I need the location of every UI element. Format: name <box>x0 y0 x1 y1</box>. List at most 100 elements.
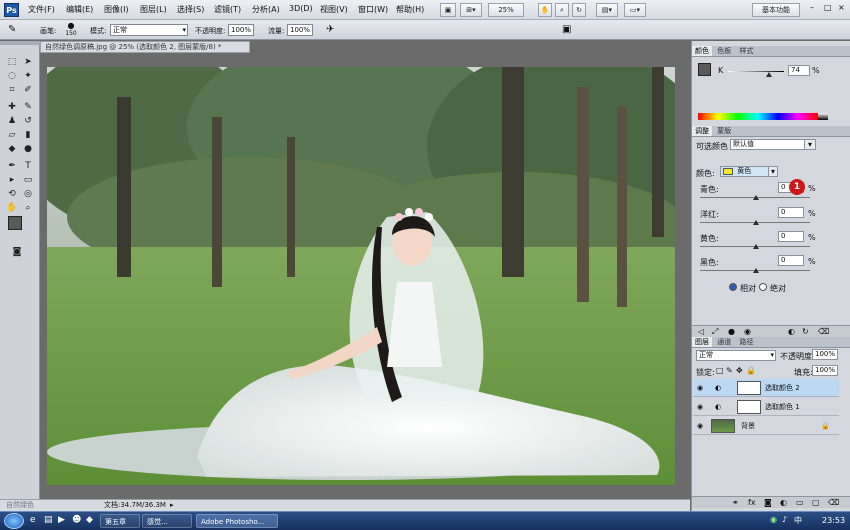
view-extras-icon[interactable]: ⊞▾ <box>460 3 482 17</box>
menu-layer[interactable]: 图层(L) <box>140 4 167 15</box>
k-value-field[interactable]: 74 <box>788 65 810 76</box>
menu-image[interactable]: 图像(I) <box>104 4 129 15</box>
start-button[interactable] <box>4 513 24 529</box>
tab-adjustments[interactable]: 调整 <box>692 126 712 136</box>
close-button[interactable]: × <box>838 3 845 12</box>
chevron-down-icon[interactable]: ▾ <box>804 139 816 150</box>
color-ramp-bw[interactable] <box>818 113 828 120</box>
move-tool-icon[interactable]: ➤ <box>21 56 35 68</box>
previous-state-icon[interactable]: ◐ <box>788 326 795 337</box>
layer-mask-thumbnail[interactable] <box>737 381 761 395</box>
magic-wand-tool-icon[interactable]: ✦ <box>21 70 35 82</box>
crop-tool-icon[interactable]: ⌗ <box>5 84 19 96</box>
taskbar-item[interactable]: 感觉... <box>142 514 192 528</box>
zoom-icon[interactable]: ⌕ <box>555 3 569 17</box>
layer-name[interactable]: 背景 <box>741 417 755 435</box>
new-adjustment-icon[interactable]: ◐ <box>780 497 787 508</box>
history-brush-tool-icon[interactable]: ↺ <box>21 115 35 127</box>
layer-row[interactable]: ◉ 背景 🔒 <box>693 417 839 435</box>
delete-layer-icon[interactable]: ⌫ <box>828 497 839 508</box>
screen-mode-icon[interactable]: ▭▾ <box>624 3 646 17</box>
black-value-field[interactable]: 0 <box>778 255 804 266</box>
foreground-color-swatch[interactable] <box>8 216 22 230</box>
bridge-icon[interactable]: ▣ <box>440 3 456 17</box>
tab-masks[interactable]: 蒙版 <box>714 126 734 136</box>
lock-all-icon[interactable]: 🔒 <box>746 366 756 375</box>
healing-brush-tool-icon[interactable]: ✚ <box>5 101 19 113</box>
eye-icon[interactable]: ◉ <box>697 379 703 397</box>
clock[interactable]: 23:53 <box>822 516 845 525</box>
pen-tool-icon[interactable]: ✒ <box>5 160 19 172</box>
type-tool-icon[interactable]: T <box>21 160 35 172</box>
layer-style-icon[interactable]: fx <box>748 497 756 508</box>
clip-icon[interactable]: ● <box>728 326 735 337</box>
tray-volume-icon[interactable]: ♪ <box>782 515 787 524</box>
add-mask-icon[interactable]: ◙ <box>764 497 772 508</box>
background-thumbnail[interactable] <box>711 419 735 433</box>
lock-position-icon[interactable]: ✥ <box>736 366 743 375</box>
clone-stamp-tool-icon[interactable]: ♟ <box>5 115 19 127</box>
hand-icon[interactable]: ✋ <box>538 3 552 17</box>
menu-help[interactable]: 帮助(H) <box>396 4 424 15</box>
hand-tool-icon[interactable]: ✋ <box>5 202 19 214</box>
tab-paths[interactable]: 路径 <box>736 337 756 347</box>
yellow-value-field[interactable]: 0 <box>778 231 804 242</box>
tab-layers[interactable]: 图层 <box>692 337 712 347</box>
marquee-tool-icon[interactable]: ⬚ <box>5 56 19 68</box>
toolbox-grip[interactable] <box>0 41 40 45</box>
color-fg-swatch[interactable] <box>698 63 711 76</box>
magenta-slider-thumb[interactable] <box>753 220 759 225</box>
link-layers-icon[interactable]: ⚭ <box>732 497 739 508</box>
panel-toggle-icon[interactable]: ▣ <box>562 24 571 35</box>
rotate-view-icon[interactable]: ↻ <box>572 3 586 17</box>
magenta-value-field[interactable]: 0 <box>778 207 804 218</box>
tab-channels[interactable]: 通道 <box>714 337 734 347</box>
folder-icon[interactable]: ▤ <box>44 515 53 525</box>
opacity-field[interactable]: 100% <box>228 24 254 36</box>
menu-filter[interactable]: 滤镜(T) <box>214 4 241 15</box>
relative-radio[interactable] <box>729 283 737 291</box>
eyedropper-tool-icon[interactable]: ✐ <box>21 84 35 96</box>
zoom-level-dropdown[interactable]: 25% <box>488 3 524 17</box>
workspace-switcher[interactable]: 基本功能 <box>752 3 800 17</box>
blend-mode-dropdown[interactable]: 正常 ▾ <box>696 350 776 361</box>
colors-dropdown-arrow-icon[interactable]: ▾ <box>768 166 778 177</box>
media-player-icon[interactable]: ▶ <box>58 515 65 525</box>
expand-view-icon[interactable]: ⤢ <box>712 326 718 337</box>
3d-rotate-tool-icon[interactable]: ⟲ <box>5 188 19 200</box>
arrange-documents-icon[interactable]: ▤▾ <box>596 3 618 17</box>
eye-icon[interactable]: ◉ <box>697 398 703 416</box>
absolute-radio[interactable] <box>759 283 767 291</box>
eraser-tool-icon[interactable]: ▱ <box>5 129 19 141</box>
tray-ime-icon[interactable]: 中 <box>794 515 802 526</box>
flow-field[interactable]: 100% <box>287 24 313 36</box>
tab-color[interactable]: 颜色 <box>692 46 712 56</box>
document-size[interactable]: 文档:34.7M/36.3M <box>104 500 166 511</box>
menu-view[interactable]: 视图(V) <box>320 4 348 15</box>
tray-network-icon[interactable]: ◉ <box>770 515 777 524</box>
messenger-icon[interactable]: ☻ <box>72 515 81 525</box>
eye-icon[interactable]: ◉ <box>697 417 703 435</box>
airbrush-icon[interactable]: ✈ <box>326 24 334 35</box>
k-slider-thumb[interactable] <box>766 72 773 77</box>
path-selection-tool-icon[interactable]: ▸ <box>5 174 19 186</box>
layer-opacity-field[interactable]: 100% <box>812 349 838 360</box>
zoom-tool-icon[interactable]: ⌕ <box>21 202 35 214</box>
quick-mask-icon[interactable]: ◙ <box>10 246 24 258</box>
layer-row[interactable]: ◉ ◐ 选取颜色 2 <box>693 379 839 397</box>
tab-styles[interactable]: 样式 <box>736 46 756 56</box>
black-slider-thumb[interactable] <box>753 268 759 273</box>
menu-edit[interactable]: 编辑(E) <box>66 4 93 15</box>
lock-transparency-icon[interactable]: □ <box>716 366 724 375</box>
photoshop-logo[interactable]: Ps <box>4 3 19 17</box>
layer-mask-thumbnail[interactable] <box>737 400 761 414</box>
layer-name[interactable]: 选取颜色 2 <box>765 379 800 397</box>
ie-icon[interactable]: e <box>30 515 36 525</box>
3d-orbit-tool-icon[interactable]: ◎ <box>21 188 35 200</box>
blur-tool-icon[interactable]: ◆ <box>5 143 19 155</box>
brush-preset-picker[interactable]: ● 150 <box>64 22 78 38</box>
brush-tool-icon[interactable]: ✎ <box>8 24 16 35</box>
menu-analysis[interactable]: 分析(A) <box>252 4 280 15</box>
back-icon[interactable]: ◁ <box>698 326 704 337</box>
shape-tool-icon[interactable]: ▭ <box>21 174 35 186</box>
